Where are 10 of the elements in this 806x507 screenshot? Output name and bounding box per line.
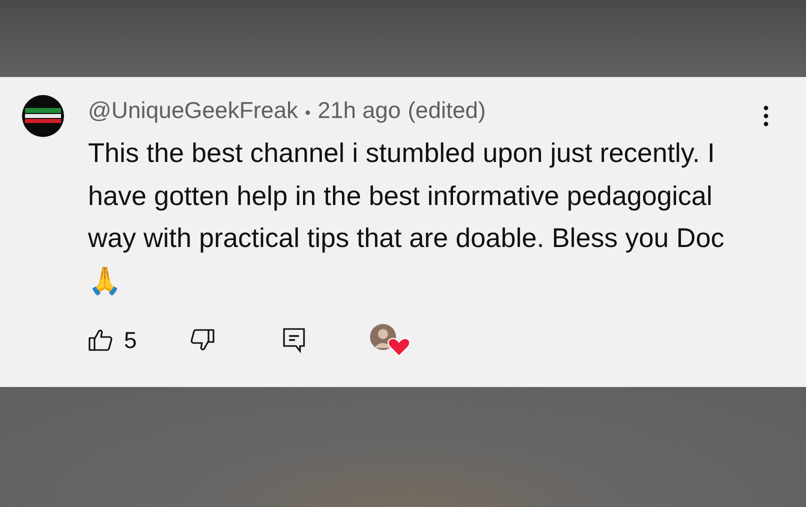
like-icon[interactable] — [88, 327, 114, 353]
separator-dot: • — [305, 105, 311, 123]
reply-icon[interactable] — [280, 327, 307, 353]
more-options-icon[interactable] — [763, 105, 769, 127]
comment-time: 21h ago — [318, 97, 401, 124]
comment-text: This the best channel i stumbled upon just recently. I have gotten help in the best informative pedagogical way with practical tips that are doable. Bless you Doc 🙏 — [88, 137, 726, 298]
edited-label: (edited) — [408, 97, 486, 124]
like-count: 5 — [124, 326, 137, 354]
dislike-icon[interactable] — [188, 327, 215, 353]
author-name[interactable]: @UniqueGeekFreak — [88, 97, 298, 124]
